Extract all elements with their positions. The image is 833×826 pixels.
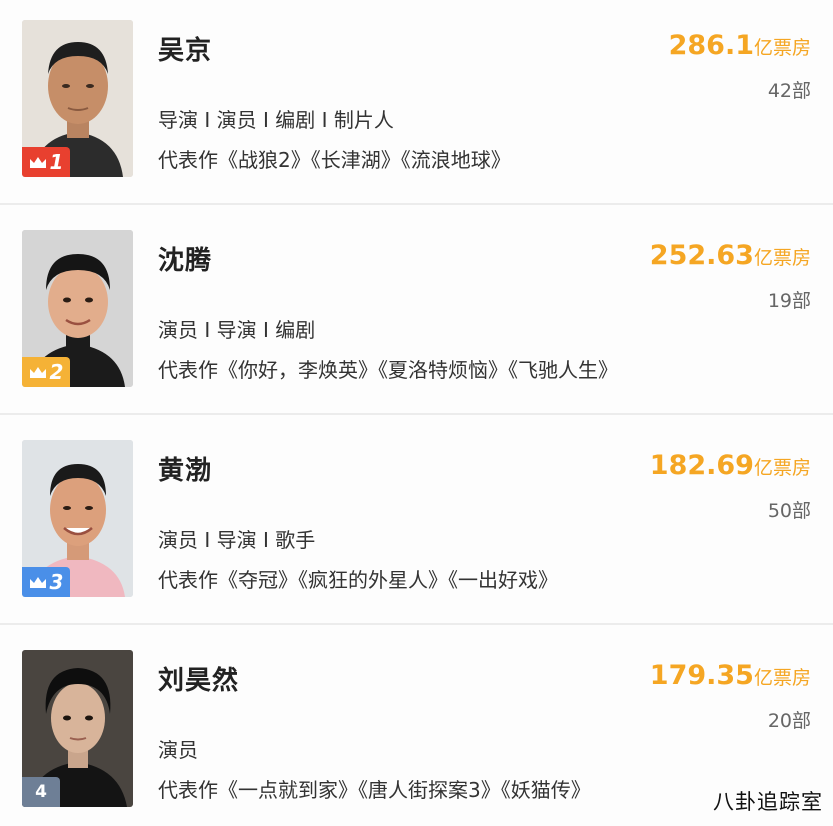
list-item[interactable]: 1 吴京 286.1亿票房 42部 导演 I 演员 I 编剧 I 制片人 代表作… [0, 0, 833, 205]
avatar[interactable]: 1 [22, 20, 133, 177]
box-office: 179.35亿票房 [650, 660, 811, 691]
roles-text: 演员 [158, 738, 198, 762]
rank-number: 3 [49, 570, 64, 594]
box-office-unit: 亿票房 [753, 247, 811, 269]
crown-icon [29, 156, 46, 168]
list-item[interactable]: 4 刘昊然 179.35亿票房 20部 演员 代表作《一点就到家》《唐人街探案3… [0, 630, 833, 826]
avatar[interactable]: 4 [22, 650, 133, 807]
crown-icon [29, 576, 46, 588]
box-office: 182.69亿票房 [650, 450, 811, 481]
list-item[interactable]: 3 黄渤 182.69亿票房 50部 演员 I 导演 I 歌手 代表作《夺冠》《… [0, 420, 833, 625]
box-office-value: 252.63 [649, 240, 754, 271]
list-item[interactable]: 2 沈腾 252.63亿票房 19部 演员 I 导演 I 编剧 代表作《你好，李… [0, 210, 833, 415]
rank-badge: 3 [22, 567, 70, 597]
film-count: 50部 [767, 500, 811, 522]
person-name[interactable]: 吴京 [158, 30, 212, 67]
avatar[interactable]: 3 [22, 440, 133, 597]
representative-works: 代表作《战狼2》《长津湖》《流浪地球》 [158, 148, 511, 172]
film-count: 19部 [767, 290, 811, 312]
rank-number: 4 [35, 782, 47, 802]
roles-text: 演员 I 导演 I 歌手 [158, 528, 316, 552]
box-office-value: 182.69 [649, 450, 754, 481]
film-count: 20部 [767, 710, 811, 732]
rank-number: 2 [49, 360, 64, 384]
person-name[interactable]: 刘昊然 [158, 660, 239, 697]
rank-number: 1 [49, 150, 64, 174]
roles-text: 演员 I 导演 I 编剧 [158, 318, 316, 342]
ranking-list: 1 吴京 286.1亿票房 42部 导演 I 演员 I 编剧 I 制片人 代表作… [0, 0, 833, 826]
avatar[interactable]: 2 [22, 230, 133, 387]
box-office: 252.63亿票房 [650, 240, 811, 271]
rank-badge: 4 [22, 777, 60, 807]
representative-works: 代表作《你好，李焕英》《夏洛特烦恼》《飞驰人生》 [158, 358, 618, 382]
representative-works: 代表作《一点就到家》《唐人街探案3》《妖猫传》 [158, 778, 591, 802]
representative-works: 代表作《夺冠》《疯狂的外星人》《一出好戏》 [158, 568, 558, 592]
crown-icon [29, 366, 46, 378]
box-office-value: 286.1 [668, 30, 754, 61]
rank-badge: 2 [22, 357, 70, 387]
roles-text: 导演 I 演员 I 编剧 I 制片人 [158, 108, 394, 132]
box-office-unit: 亿票房 [753, 667, 811, 689]
person-name[interactable]: 沈腾 [158, 240, 212, 277]
box-office-unit: 亿票房 [753, 37, 811, 59]
rank-badge: 1 [22, 147, 70, 177]
film-count: 42部 [767, 80, 811, 102]
box-office-unit: 亿票房 [753, 457, 811, 479]
box-office: 286.1亿票房 [669, 30, 811, 61]
watermark: 八卦追踪室 [713, 790, 823, 814]
box-office-value: 179.35 [649, 660, 754, 691]
person-name[interactable]: 黄渤 [158, 450, 212, 487]
